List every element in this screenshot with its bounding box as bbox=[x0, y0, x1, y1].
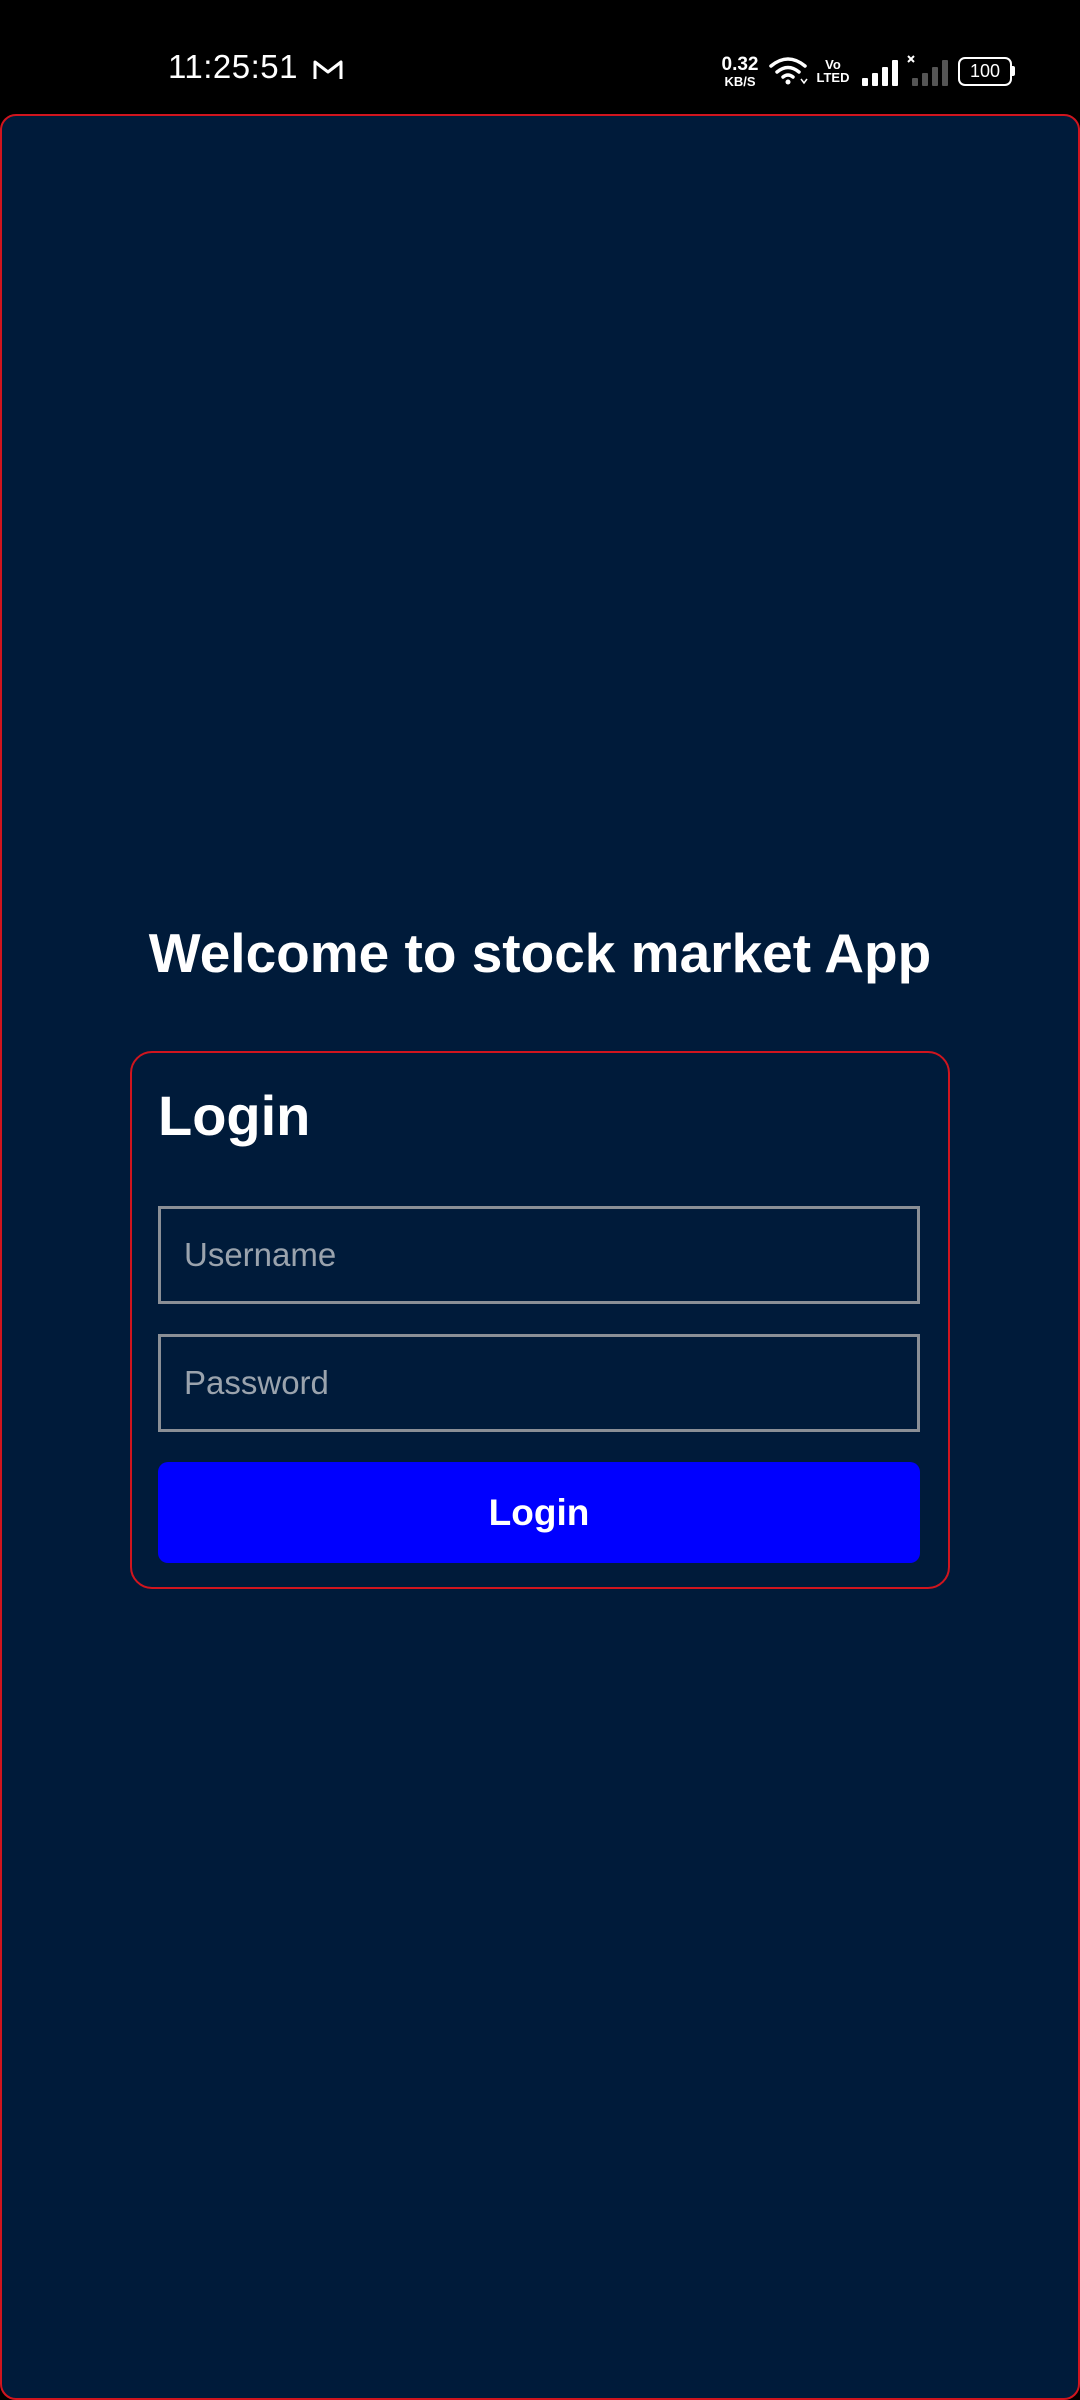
battery-tip bbox=[1012, 66, 1015, 76]
battery-level: 100 bbox=[958, 57, 1012, 86]
gmail-icon bbox=[313, 60, 343, 79]
network-speed-unit: KB/S bbox=[724, 74, 756, 89]
login-card: Login Login bbox=[130, 1051, 950, 1589]
battery-icon: 100 bbox=[958, 57, 1015, 86]
username-input[interactable] bbox=[158, 1206, 920, 1304]
volte-icon: Vo LTED bbox=[816, 58, 850, 86]
welcome-title: Welcome to stock market App bbox=[148, 922, 932, 984]
wifi-icon bbox=[769, 57, 808, 85]
status-bar: 11:25:51 0.32 KB/S Vo LTED 100 bbox=[0, 0, 1080, 114]
network-speed: 0.32 KB/S bbox=[718, 55, 762, 88]
status-time: 11:25:51 bbox=[168, 48, 299, 85]
signal-icon bbox=[862, 60, 898, 86]
login-heading: Login bbox=[158, 1084, 311, 1147]
password-input[interactable] bbox=[158, 1334, 920, 1432]
volte-label-bottom: LTED bbox=[816, 70, 850, 85]
signal-no-service-icon bbox=[907, 55, 948, 86]
network-speed-value: 0.32 bbox=[721, 54, 759, 75]
login-button[interactable]: Login bbox=[158, 1462, 920, 1563]
